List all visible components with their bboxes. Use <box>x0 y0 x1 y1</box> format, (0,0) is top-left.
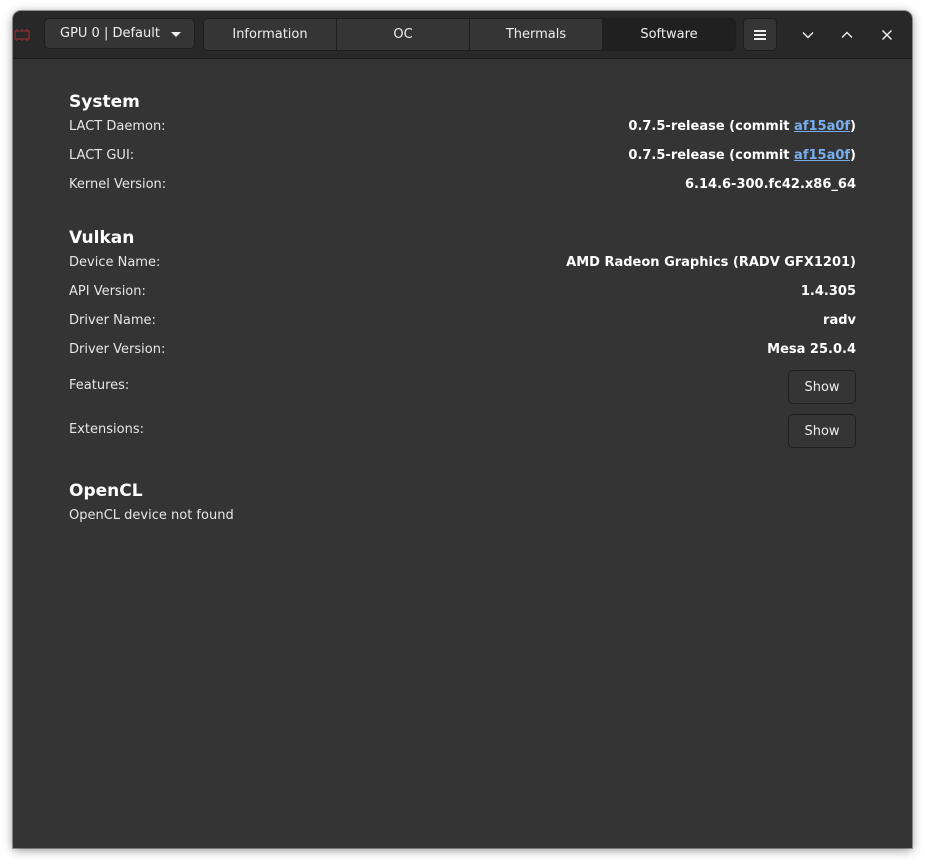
lact-daemon-suffix: ) <box>850 119 856 134</box>
chevron-up-icon <box>841 31 853 38</box>
lact-gui-suffix: ) <box>850 148 856 163</box>
tab-bar: Information OC Thermals Software <box>203 18 736 51</box>
tab-information[interactable]: Information <box>204 19 337 50</box>
api-version-label: API Version: <box>69 284 146 299</box>
api-version-value: 1.4.305 <box>800 284 856 299</box>
features-show-label: Show <box>804 379 840 395</box>
driver-name-label: Driver Name: <box>69 313 156 328</box>
minimize-button[interactable] <box>796 23 820 47</box>
tab-software[interactable]: Software <box>603 19 735 50</box>
lact-gui-value: 0.7.5-release (commit af15a0f) <box>628 148 856 163</box>
features-label: Features: <box>69 378 130 393</box>
tab-thermals-label: Thermals <box>505 27 567 42</box>
lact-gui-label: LACT GUI: <box>69 148 135 163</box>
app-window: GPU 0 | Default Information OC Thermals … <box>13 11 912 848</box>
lact-gui-commit-link[interactable]: af15a0f <box>794 148 850 163</box>
lact-daemon-version: 0.7.5-release (commit <box>628 119 795 134</box>
main-menu-button[interactable] <box>743 18 777 51</box>
extensions-label: Extensions: <box>69 422 144 437</box>
kernel-version-label: Kernel Version: <box>69 177 167 192</box>
tab-software-label: Software <box>640 27 698 42</box>
opencl-section-title: OpenCL <box>69 481 143 501</box>
software-page: System LACT Daemon: 0.7.5-release (commi… <box>13 59 912 848</box>
opencl-status-text: OpenCL device not found <box>69 508 234 523</box>
maximize-button[interactable] <box>835 23 859 47</box>
tab-oc[interactable]: OC <box>337 19 470 50</box>
hamburger-menu-icon <box>754 29 766 40</box>
tab-oc-label: OC <box>393 27 413 42</box>
lact-daemon-commit-link[interactable]: af15a0f <box>794 119 850 134</box>
close-icon <box>882 30 892 40</box>
close-button[interactable] <box>875 23 899 47</box>
lact-app-icon <box>14 29 30 41</box>
tab-thermals[interactable]: Thermals <box>470 19 603 50</box>
chevron-down-icon <box>802 32 814 39</box>
system-section-title: System <box>69 92 140 112</box>
kernel-version-value: 6.14.6-300.fc42.x86_64 <box>685 177 856 192</box>
device-name-label: Device Name: <box>69 255 161 270</box>
vulkan-section-title: Vulkan <box>69 228 135 248</box>
header-bar: GPU 0 | Default Information OC Thermals … <box>13 11 912 59</box>
caret-down-icon <box>171 32 181 37</box>
driver-version-value: Mesa 25.0.4 <box>767 342 856 357</box>
gpu-select-value: GPU 0 | Default <box>60 26 160 41</box>
extensions-show-button[interactable]: Show <box>788 414 856 448</box>
driver-name-value: radv <box>823 313 856 328</box>
lact-daemon-value: 0.7.5-release (commit af15a0f) <box>628 119 856 134</box>
tab-information-label: Information <box>232 27 308 42</box>
device-name-value: AMD Radeon Graphics (RADV GFX1201) <box>566 255 856 270</box>
lact-daemon-label: LACT Daemon: <box>69 119 166 134</box>
driver-version-label: Driver Version: <box>69 342 166 357</box>
extensions-show-label: Show <box>804 423 840 439</box>
lact-gui-version: 0.7.5-release (commit <box>628 148 795 163</box>
features-show-button[interactable]: Show <box>788 370 856 404</box>
gpu-select-dropdown[interactable]: GPU 0 | Default <box>44 18 195 49</box>
